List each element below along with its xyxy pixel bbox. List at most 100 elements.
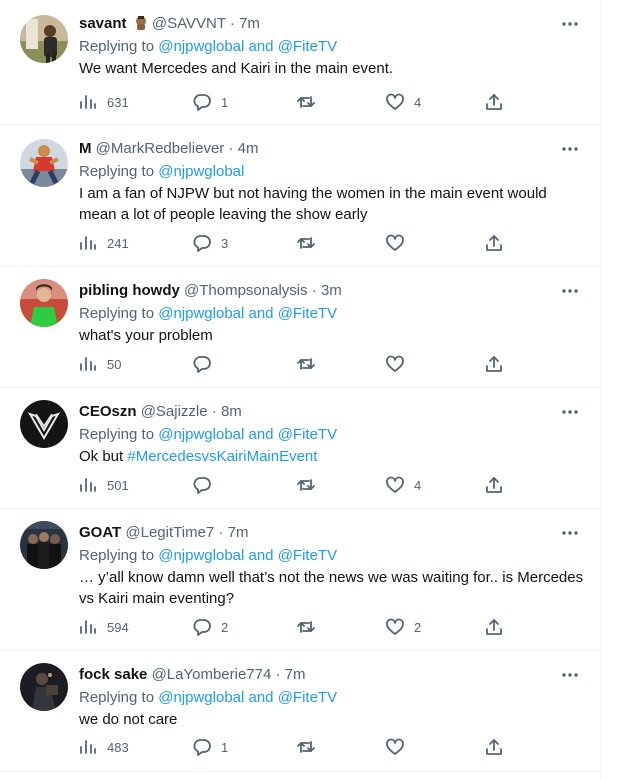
views-button[interactable]: 501	[79, 474, 129, 496]
display-name[interactable]: fock sake	[79, 666, 147, 683]
more-options-icon[interactable]	[559, 14, 581, 34]
share-button[interactable]	[485, 232, 503, 254]
share-button[interactable]	[485, 474, 503, 496]
tweet-time[interactable]: 7m	[228, 524, 249, 541]
reply-button[interactable]: 1	[193, 736, 228, 758]
tweet-time[interactable]: 8m	[221, 403, 242, 420]
views-button[interactable]: 241	[79, 232, 129, 254]
user-handle[interactable]: @MarkRedbeliever	[96, 140, 225, 157]
separator-dot: ·	[229, 15, 235, 32]
user-handle[interactable]: @LegitTime7	[125, 524, 214, 541]
share-button[interactable]	[485, 353, 503, 375]
more-options-icon[interactable]	[559, 523, 581, 543]
views-button[interactable]: 50	[79, 353, 121, 375]
tweet-header: M @MarkRedbeliever · 4m	[79, 139, 585, 159]
like-button[interactable]: 4	[386, 91, 421, 113]
avatar-wrestler-icon[interactable]	[20, 139, 68, 187]
replying-links[interactable]: @njpwglobal and @FiteTV	[158, 305, 337, 322]
tweet[interactable]: M @MarkRedbeliever · 4m Replying to @njp…	[0, 125, 601, 267]
replying-to: Replying to @njpwglobal and @FiteTV	[79, 424, 585, 445]
like-button[interactable]	[386, 353, 414, 375]
display-name[interactable]: pibling howdy	[79, 282, 180, 299]
display-name[interactable]: GOAT	[79, 524, 121, 541]
reply-button[interactable]	[193, 474, 221, 496]
heart-icon	[386, 476, 404, 493]
tweet[interactable]: savant @SAVVNT · 7m Replying to @njpwglo…	[0, 0, 601, 125]
replying-to: Replying to @njpwglobal	[79, 161, 585, 182]
user-handle[interactable]: @Sajizzle	[141, 403, 208, 420]
separator-dot: ·	[228, 140, 234, 157]
replying-links[interactable]: @njpwglobal	[158, 163, 244, 180]
replying-label: Replying to	[79, 547, 159, 564]
heart-icon	[386, 618, 404, 635]
hashtag-link[interactable]: #MercedesvsKairiMainEvent	[127, 448, 317, 465]
retweet-button[interactable]	[297, 736, 325, 758]
display-name[interactable]: M	[79, 140, 92, 157]
user-handle[interactable]: @SAVVNT	[152, 15, 226, 32]
views-button[interactable]: 483	[79, 736, 129, 758]
share-icon	[486, 619, 502, 635]
replying-links[interactable]: @njpwglobal and @FiteTV	[158, 426, 337, 443]
avatar-goalkeeper-icon[interactable]	[20, 279, 68, 327]
like-count: 4	[414, 94, 422, 110]
tweet-time[interactable]: 4m	[238, 140, 259, 157]
tweet-actions: 594 2 2	[79, 616, 509, 638]
retweet-button[interactable]	[297, 232, 325, 254]
user-handle[interactable]: @Thompsonalysis	[184, 282, 308, 299]
tweet-time[interactable]: 3m	[321, 282, 342, 299]
display-name[interactable]: CEOszn	[79, 403, 137, 420]
display-name[interactable]: savant	[79, 15, 127, 32]
avatar-group-photo-icon[interactable]	[20, 521, 68, 569]
retweet-button[interactable]	[297, 616, 325, 638]
more-options-icon[interactable]	[559, 402, 581, 422]
user-handle[interactable]: @LaYomberie774	[152, 666, 272, 683]
tweet-text: what's your problem	[79, 327, 213, 344]
reply-button[interactable]: 1	[193, 91, 228, 113]
like-button[interactable]	[386, 736, 414, 758]
like-button[interactable]	[386, 232, 414, 254]
views-button[interactable]: 631	[79, 91, 129, 113]
reply-button[interactable]: 2	[193, 616, 228, 638]
tweet-actions: 50	[79, 353, 509, 375]
retweet-button[interactable]	[297, 91, 325, 113]
retweet-button[interactable]	[297, 353, 325, 375]
heart-icon	[386, 738, 404, 755]
more-options-icon[interactable]	[559, 281, 581, 301]
reply-button[interactable]	[193, 353, 221, 375]
share-button[interactable]	[485, 616, 503, 638]
analytics-icon	[80, 740, 96, 754]
tweet[interactable]: GOAT @LegitTime7 · 7m Replying to @njpwg…	[0, 509, 601, 651]
like-button[interactable]: 4	[386, 474, 421, 496]
views-count: 631	[107, 94, 129, 110]
reply-icon	[193, 477, 211, 494]
heart-icon	[386, 234, 404, 251]
retweet-icon	[297, 237, 315, 249]
more-options-icon[interactable]	[559, 665, 581, 685]
replying-links[interactable]: @njpwglobal and @FiteTV	[158, 38, 337, 55]
analytics-icon	[80, 357, 96, 371]
like-count: 4	[414, 477, 422, 493]
share-button[interactable]	[485, 91, 503, 113]
reply-icon	[193, 356, 211, 373]
tweet-time[interactable]: 7m	[285, 666, 306, 683]
tweet-time[interactable]: 7m	[239, 15, 260, 32]
like-button[interactable]: 2	[386, 616, 421, 638]
views-button[interactable]: 594	[79, 616, 129, 638]
more-options-icon[interactable]	[559, 139, 581, 159]
replying-to: Replying to @njpwglobal and @FiteTV	[79, 545, 585, 566]
avatar-black-logo-icon[interactable]	[20, 400, 68, 448]
tweet[interactable]: fock sake @LaYomberie774 · 7m Replying t…	[0, 651, 601, 772]
reply-feed: savant @SAVVNT · 7m Replying to @njpwglo…	[0, 0, 601, 780]
tweet[interactable]: CEOszn @Sajizzle · 8m Replying to @njpwg…	[0, 388, 601, 509]
tweet-text: Ok but #MercedesvsKairiMainEvent	[79, 446, 585, 467]
replying-links[interactable]: @njpwglobal and @FiteTV	[158, 689, 337, 706]
avatar-dark-photo-icon[interactable]	[20, 663, 68, 711]
tweet[interactable]: pibling howdy @Thompsonalysis · 3m Reply…	[0, 267, 601, 388]
views-count: 483	[107, 739, 129, 755]
share-button[interactable]	[485, 736, 503, 758]
replying-links[interactable]: @njpwglobal and @FiteTV	[158, 547, 337, 564]
reply-icon	[193, 235, 211, 252]
avatar-person-statue-icon[interactable]	[20, 15, 68, 63]
retweet-button[interactable]	[297, 474, 325, 496]
reply-button[interactable]: 3	[193, 232, 228, 254]
